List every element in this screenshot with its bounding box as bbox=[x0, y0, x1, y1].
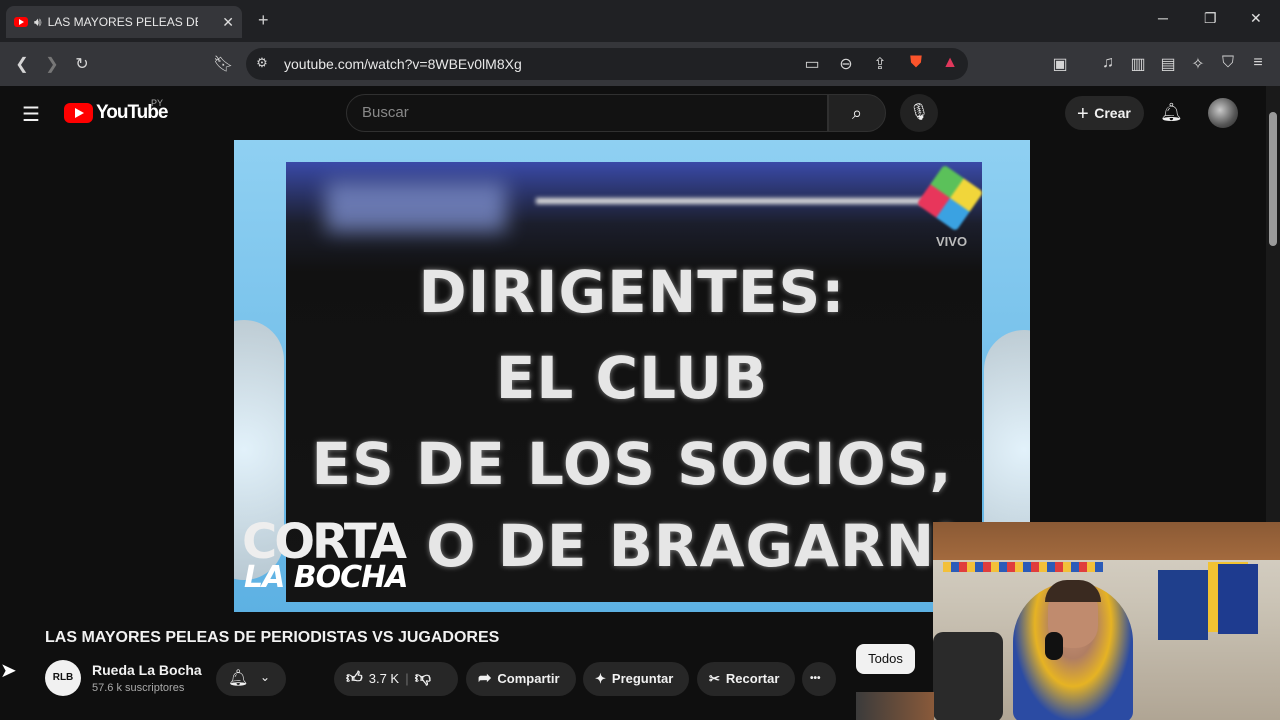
ask-label: Preguntar bbox=[611, 671, 674, 686]
search-icon: ⌕ bbox=[851, 103, 863, 123]
minimize-button[interactable]: ─ bbox=[1158, 10, 1168, 26]
wallet-icon[interactable]: ▤ bbox=[1158, 54, 1178, 74]
region-code: PY bbox=[151, 98, 164, 108]
share-icon[interactable]: ⇪ bbox=[870, 54, 890, 74]
search-placeholder: Buscar bbox=[362, 104, 409, 121]
create-button[interactable]: + Crear bbox=[1065, 96, 1144, 130]
hamburger-menu-icon[interactable]: ☰ bbox=[22, 102, 40, 127]
filter-chip-todos[interactable]: Todos bbox=[856, 644, 915, 674]
youtube-logo-icon[interactable] bbox=[64, 103, 93, 123]
tv-channel-logo-icon bbox=[916, 164, 984, 232]
sparkle-icon: ✦ bbox=[595, 671, 606, 686]
like-dislike-group: 👍︎ 3.7 K | 👎︎ bbox=[334, 662, 458, 696]
more-icon: ••• bbox=[810, 673, 821, 684]
bell-icon: 🔔︎ bbox=[228, 670, 249, 687]
back-icon[interactable]: ❮ bbox=[12, 54, 32, 74]
channel-subscribers: 57.6 k suscriptores bbox=[92, 682, 185, 694]
webcam-overlay bbox=[933, 522, 1280, 720]
tab-title: LAS MAYORES PELEAS DE PER bbox=[47, 15, 198, 29]
webcam-flags bbox=[943, 562, 1103, 572]
browser-tab-bar: 🔊︎ LAS MAYORES PELEAS DE PER ✕ + ─ ❐ ✕ bbox=[0, 0, 1280, 42]
music-icon[interactable]: ♫ bbox=[1098, 54, 1118, 72]
rewards-icon[interactable]: ▲ bbox=[940, 54, 960, 72]
notifications-bell-icon[interactable]: 🔔︎ bbox=[1160, 102, 1183, 123]
plus-icon: + bbox=[1077, 103, 1095, 125]
menu-icon[interactable]: ≡ bbox=[1248, 54, 1268, 72]
cast-icon[interactable]: ▭ bbox=[802, 54, 822, 74]
live-tag: VIVO bbox=[936, 234, 968, 249]
like-count[interactable]: 3.7 K bbox=[369, 662, 399, 696]
webcam-ceiling bbox=[933, 522, 1280, 560]
share-arrow-icon: ➦ bbox=[478, 670, 492, 687]
mic-icon: 🎙︎ bbox=[908, 104, 930, 121]
search-button[interactable]: ⌕ bbox=[828, 94, 886, 132]
zoom-icon[interactable]: ⊖ bbox=[836, 54, 856, 74]
headset-icon bbox=[1045, 632, 1063, 660]
blurred-banner bbox=[326, 182, 506, 232]
subscription-bell-button[interactable]: 🔔︎ ⌄ bbox=[216, 662, 286, 696]
mouse-cursor-icon: ➤ bbox=[0, 660, 17, 682]
more-actions-button[interactable]: ••• bbox=[802, 662, 836, 696]
sidebar-icon[interactable]: ▥ bbox=[1128, 54, 1148, 74]
like-icon[interactable]: 👍︎ bbox=[346, 662, 363, 696]
site-info-icon[interactable]: ⚙ bbox=[252, 55, 272, 71]
ticker-line bbox=[536, 198, 936, 204]
overlay-line-1: DIRIGENTES: bbox=[418, 258, 846, 326]
youtube-favicon-icon bbox=[14, 17, 28, 27]
video-player[interactable]: VIVO DIRIGENTES: EL CLUB ES DE LOS SOCIO… bbox=[234, 140, 1030, 612]
clip-label: Recortar bbox=[725, 671, 780, 686]
bookmark-icon[interactable]: 🔖︎ bbox=[213, 54, 233, 74]
channel-avatar[interactable]: RLB bbox=[45, 660, 81, 696]
reader-icon[interactable]: ▣ bbox=[1050, 54, 1070, 74]
overlay-line-2: EL CLUB bbox=[495, 344, 769, 412]
create-label: Crear bbox=[1094, 105, 1131, 121]
ask-button[interactable]: ✦ Preguntar bbox=[583, 662, 689, 696]
scrollbar-thumb[interactable] bbox=[1269, 112, 1277, 246]
reload-icon[interactable]: ↻ bbox=[72, 54, 92, 74]
close-tab-icon[interactable]: ✕ bbox=[222, 14, 234, 31]
restore-button[interactable]: ❐ bbox=[1204, 10, 1217, 27]
chevron-down-icon: ⌄ bbox=[260, 670, 271, 684]
leo-icon[interactable]: ✧ bbox=[1188, 54, 1208, 74]
url-text[interactable]: youtube.com/watch?v=8WBEv0lM8Xg bbox=[284, 56, 522, 72]
speaker-icon[interactable]: 🔊︎ bbox=[34, 15, 42, 30]
browser-tab[interactable]: 🔊︎ LAS MAYORES PELEAS DE PER ✕ bbox=[6, 6, 242, 38]
divider: | bbox=[405, 671, 409, 686]
vpn-icon[interactable]: ⛉ bbox=[1218, 54, 1238, 72]
clip-icon: ✂ bbox=[709, 671, 720, 686]
dislike-icon[interactable]: 👎︎ bbox=[415, 662, 431, 696]
webcam-chair bbox=[933, 632, 1003, 720]
forward-icon[interactable]: ❯ bbox=[42, 54, 62, 74]
brand-watermark-bottom: LA BOCHA bbox=[244, 560, 408, 595]
webcam-jersey-1 bbox=[1158, 570, 1208, 640]
webcam-jersey-3 bbox=[1218, 564, 1258, 634]
webcam-person-hair bbox=[1045, 580, 1101, 602]
video-title: LAS MAYORES PELEAS DE PERIODISTAS VS JUG… bbox=[45, 629, 500, 646]
overlay-line-3: ES DE LOS SOCIOS, bbox=[311, 430, 953, 498]
close-window-button[interactable]: ✕ bbox=[1250, 10, 1262, 27]
user-avatar[interactable] bbox=[1208, 98, 1238, 128]
mic-button[interactable]: 🎙︎ bbox=[900, 94, 938, 132]
brave-shield-icon[interactable]: ⛊ bbox=[906, 54, 926, 72]
new-tab-button[interactable]: + bbox=[258, 10, 269, 31]
search-input[interactable] bbox=[346, 94, 828, 132]
clip-button[interactable]: ✂ Recortar bbox=[697, 662, 795, 696]
related-video-thumbnail[interactable] bbox=[856, 692, 934, 720]
share-button[interactable]: ➦ Compartir bbox=[466, 662, 576, 696]
share-label: Compartir bbox=[497, 671, 560, 686]
channel-name[interactable]: Rueda La Bocha bbox=[92, 662, 202, 678]
